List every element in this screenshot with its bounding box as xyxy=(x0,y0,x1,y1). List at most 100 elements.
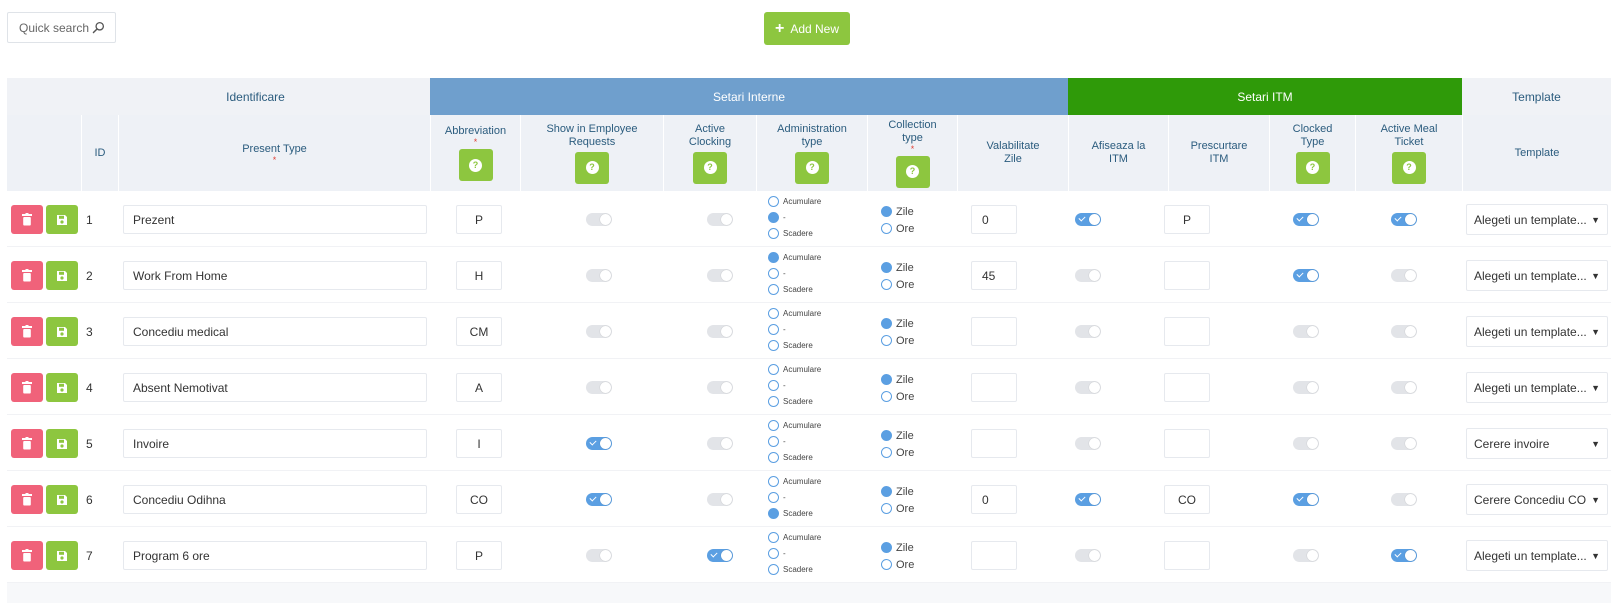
save-button[interactable] xyxy=(46,485,78,514)
radio-scadere[interactable]: Scadere xyxy=(768,505,821,521)
radio-button[interactable] xyxy=(881,503,892,514)
quick-search[interactable] xyxy=(7,12,116,43)
active-clocking-help-button[interactable]: ? xyxy=(693,151,727,184)
radio-scadere[interactable]: Scadere xyxy=(768,561,821,577)
radio-button[interactable] xyxy=(768,339,779,351)
radio-button[interactable] xyxy=(768,475,779,487)
radio-dash[interactable]: - xyxy=(768,433,821,449)
clocked-type-toggle[interactable] xyxy=(1293,493,1319,506)
radio-scadere[interactable]: Scadere xyxy=(768,281,821,297)
delete-button[interactable] xyxy=(11,317,43,346)
radio-button[interactable] xyxy=(881,391,892,402)
valabilitate-zile-input[interactable] xyxy=(971,373,1017,402)
abbreviation-input[interactable] xyxy=(456,541,502,570)
prescurtare-itm-input[interactable] xyxy=(1164,373,1210,402)
save-button[interactable] xyxy=(46,429,78,458)
valabilitate-zile-input[interactable] xyxy=(971,541,1017,570)
present-type-input[interactable] xyxy=(123,485,427,514)
present-type-input[interactable] xyxy=(123,541,427,570)
template-select[interactable]: Alegeti un template... ▼ xyxy=(1466,316,1608,347)
radio-dash[interactable]: - xyxy=(768,321,821,337)
radio-dash[interactable]: - xyxy=(768,377,821,393)
radio-button[interactable] xyxy=(768,395,779,407)
radio-button[interactable] xyxy=(881,447,892,458)
radio-zile[interactable]: Zile xyxy=(881,259,914,276)
delete-button[interactable] xyxy=(11,261,43,290)
radio-button[interactable] xyxy=(881,542,892,553)
radio-button[interactable] xyxy=(881,374,892,385)
prescurtare-itm-input[interactable] xyxy=(1164,485,1210,514)
radio-dash[interactable]: - xyxy=(768,209,821,225)
radio-button[interactable] xyxy=(881,486,892,497)
present-type-input[interactable] xyxy=(123,317,427,346)
radio-button[interactable] xyxy=(768,491,779,503)
radio-dash[interactable]: - xyxy=(768,545,821,561)
present-type-input[interactable] xyxy=(123,205,427,234)
radio-acumulare[interactable]: Acumulare xyxy=(768,361,821,377)
active-meal-ticket-toggle[interactable] xyxy=(1391,437,1417,450)
radio-button[interactable] xyxy=(768,563,779,575)
radio-acumulare[interactable]: Acumulare xyxy=(768,305,821,321)
radio-button[interactable] xyxy=(881,318,892,329)
valabilitate-zile-input[interactable] xyxy=(971,485,1017,514)
radio-button[interactable] xyxy=(768,195,779,207)
template-select[interactable]: Cerere Concediu CO ▼ xyxy=(1466,484,1608,515)
save-button[interactable] xyxy=(46,541,78,570)
afiseaza-itm-toggle[interactable] xyxy=(1075,325,1101,338)
active-clocking-toggle[interactable] xyxy=(707,213,733,226)
radio-button[interactable] xyxy=(881,206,892,217)
template-select[interactable]: Alegeti un template... ▼ xyxy=(1466,260,1608,291)
radio-ore[interactable]: Ore xyxy=(881,332,914,349)
abbreviation-input[interactable] xyxy=(456,205,502,234)
clocked-type-toggle[interactable] xyxy=(1293,213,1319,226)
abbreviation-input[interactable] xyxy=(456,485,502,514)
delete-button[interactable] xyxy=(11,485,43,514)
delete-button[interactable] xyxy=(11,205,43,234)
radio-button[interactable] xyxy=(881,279,892,290)
radio-button[interactable] xyxy=(768,531,779,543)
radio-button[interactable] xyxy=(768,363,779,375)
radio-button[interactable] xyxy=(768,435,779,447)
abbreviation-input[interactable] xyxy=(456,317,502,346)
radio-zile[interactable]: Zile xyxy=(881,203,914,220)
afiseaza-itm-toggle[interactable] xyxy=(1075,437,1101,450)
radio-button[interactable] xyxy=(881,223,892,234)
radio-dash[interactable]: - xyxy=(768,489,821,505)
radio-button[interactable] xyxy=(768,323,779,335)
prescurtare-itm-input[interactable] xyxy=(1164,205,1210,234)
search-input[interactable] xyxy=(19,20,95,35)
radio-button[interactable] xyxy=(881,262,892,273)
active-meal-ticket-toggle[interactable] xyxy=(1391,269,1417,282)
active-meal-ticket-toggle[interactable] xyxy=(1391,493,1417,506)
prescurtare-itm-input[interactable] xyxy=(1164,317,1210,346)
clocked-type-toggle[interactable] xyxy=(1293,269,1319,282)
save-button[interactable] xyxy=(46,373,78,402)
radio-acumulare[interactable]: Acumulare xyxy=(768,417,821,433)
radio-ore[interactable]: Ore xyxy=(881,556,914,573)
radio-dash[interactable]: - xyxy=(768,265,821,281)
collection-type-help-button[interactable]: ? xyxy=(895,155,930,188)
radio-button[interactable] xyxy=(768,419,779,431)
radio-zile[interactable]: Zile xyxy=(881,315,914,332)
radio-acumulare[interactable]: Acumulare xyxy=(768,249,821,265)
show-in-requests-toggle[interactable] xyxy=(586,493,612,506)
active-clocking-toggle[interactable] xyxy=(707,325,733,338)
valabilitate-zile-input[interactable] xyxy=(971,317,1017,346)
afiseaza-itm-toggle[interactable] xyxy=(1075,549,1101,562)
radio-zile[interactable]: Zile xyxy=(881,427,914,444)
present-type-input[interactable] xyxy=(123,429,427,458)
radio-button[interactable] xyxy=(768,507,779,519)
radio-ore[interactable]: Ore xyxy=(881,388,914,405)
radio-acumulare[interactable]: Acumulare xyxy=(768,193,821,209)
delete-button[interactable] xyxy=(11,541,43,570)
show-in-requests-toggle[interactable] xyxy=(586,549,612,562)
radio-ore[interactable]: Ore xyxy=(881,220,914,237)
radio-ore[interactable]: Ore xyxy=(881,444,914,461)
radio-button[interactable] xyxy=(768,283,779,295)
radio-acumulare[interactable]: Acumulare xyxy=(768,473,821,489)
radio-scadere[interactable]: Scadere xyxy=(768,337,821,353)
active-meal-ticket-toggle[interactable] xyxy=(1391,381,1417,394)
add-new-button[interactable]: + Add New xyxy=(764,12,850,45)
afiseaza-itm-toggle[interactable] xyxy=(1075,381,1101,394)
radio-button[interactable] xyxy=(881,559,892,570)
